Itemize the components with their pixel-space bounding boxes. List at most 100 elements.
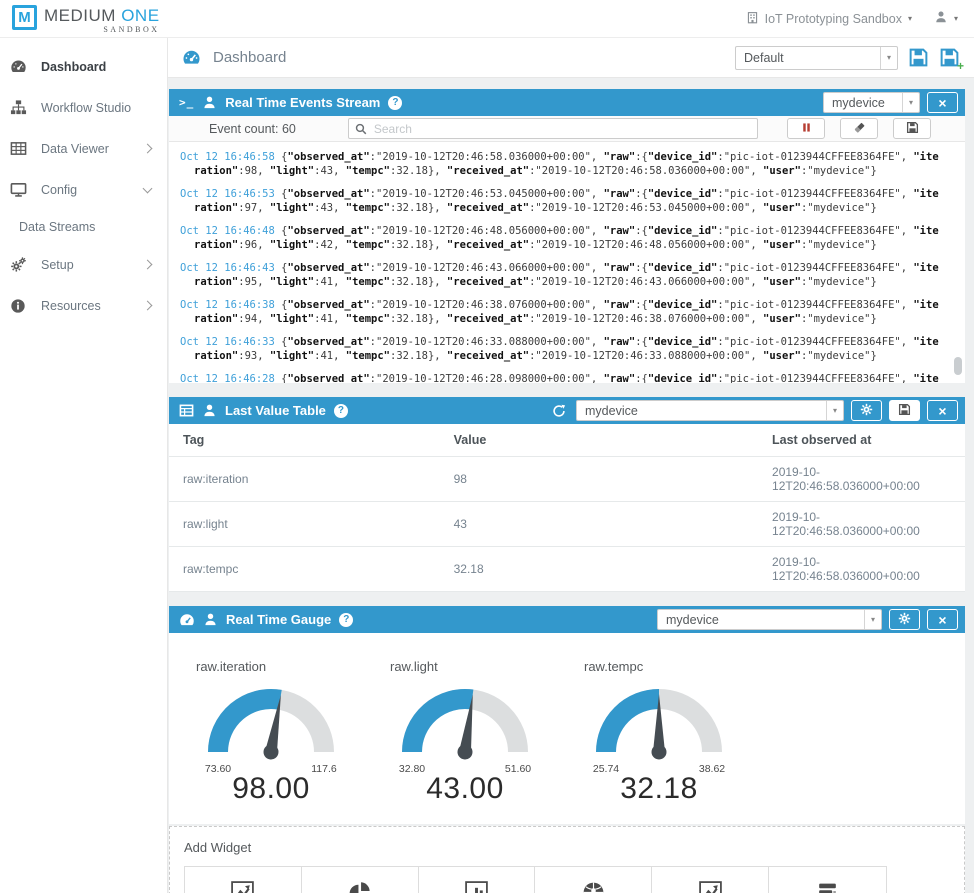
top-bar: M MEDIUM ONE SANDBOX IoT Prototyping San… [0, 0, 974, 38]
sidebar-item-data-viewer[interactable]: Data Viewer [0, 128, 167, 169]
user-menu[interactable]: ▾ [934, 10, 958, 27]
widget-card-grouped-users-line-chart[interactable]: Grouped Users Line Chart [185, 867, 302, 893]
tag-cell: raw:iteration [169, 457, 440, 502]
gauge-icon [179, 612, 195, 628]
user-icon [202, 95, 217, 110]
table-row: raw:iteration 98 2019-10-12T20:46:58.036… [169, 457, 965, 502]
events-device-select[interactable]: mydevice ▾ [823, 92, 920, 113]
real-time-gauge-panel: Real Time Gauge ? mydevice ▾ × [169, 606, 965, 824]
gauge-chart: 25.7438.62 [584, 676, 734, 776]
close-icon: × [938, 613, 946, 627]
gauge-widget-raw-light: raw.light 32.8051.60 43.00 [390, 651, 568, 806]
brand-name: MEDIUM ONE [44, 7, 160, 24]
widget-card-single-user-cross-filter-chart[interactable]: Single User Cross Filter Chart [769, 867, 886, 893]
table-row: raw:tempc 32.18 2019-10-12T20:46:58.0360… [169, 547, 965, 592]
sidebar-item-dashboard[interactable]: Dashboard [0, 46, 167, 87]
events-log: Oct 12 16:46:58 {"observed_at":"2019-10-… [169, 142, 965, 383]
org-label: IoT Prototyping Sandbox [765, 12, 902, 26]
gauge-device-select[interactable]: mydevice ▾ [657, 609, 882, 630]
pause-stream-button[interactable] [787, 118, 825, 139]
gauge-label: raw.iteration [196, 659, 374, 674]
chevron-icon [143, 183, 153, 193]
sidebar-item-setup[interactable]: Setup [0, 244, 167, 285]
sidebar-item-label: Config [41, 183, 77, 197]
value-cell: 98 [440, 457, 758, 502]
chevron-down-icon: ▾ [902, 93, 919, 112]
scrollbar-thumb[interactable] [954, 357, 962, 375]
log-entry: Oct 12 16:46:38 {"observed_at":"2019-10-… [180, 298, 943, 326]
widget-card-grouped-users-geopoint-chart[interactable]: Grouped Users GeoPoint Chart [535, 867, 652, 893]
chevron-down-icon: ▾ [954, 14, 958, 23]
last-observed-cell: 2019-10-12T20:46:58.036000+00:00 [758, 547, 965, 592]
table-device-select[interactable]: mydevice ▾ [576, 400, 844, 421]
value-cell: 43 [440, 502, 758, 547]
chevron-down-icon: ▾ [864, 610, 881, 629]
table-settings-button[interactable] [851, 400, 882, 421]
terminal-icon: >_ [179, 96, 194, 109]
dashboard-gauge-icon [182, 48, 201, 67]
sidebar-item-label: Dashboard [41, 60, 106, 74]
widget-icon [539, 880, 647, 893]
sidebar-item-workflow-studio[interactable]: Workflow Studio [0, 87, 167, 128]
gauge-max-label: 38.62 [699, 763, 725, 775]
save-stream-button[interactable] [893, 118, 931, 139]
event-count: Event count: 60 [209, 122, 296, 136]
widget-icon [423, 880, 531, 893]
widget-card-grouped-users-pie-chart[interactable]: Grouped Users Pie Chart [302, 867, 419, 893]
gauge-widget-raw-iteration: raw.iteration 73.60117.6 98.00 [196, 651, 374, 806]
organization-icon [746, 11, 759, 27]
log-entry: Oct 12 16:46:53 {"observed_at":"2019-10-… [180, 187, 943, 215]
gauge-value: 32.18 [584, 772, 734, 806]
gauge-value: 43.00 [390, 772, 540, 806]
sidebar-item-icon [10, 298, 34, 314]
events-panel-header: >_ Real Time Events Stream ? mydevice ▾ … [169, 89, 965, 116]
table-save-button[interactable] [889, 400, 920, 421]
sidebar-item-config[interactable]: Config [0, 169, 167, 210]
gauge-min-label: 32.80 [399, 763, 425, 775]
sidebar-item-icon [10, 256, 34, 273]
column-header-value: Value [440, 424, 758, 457]
gauge-chart: 73.60117.6 [196, 676, 346, 776]
close-events-panel-button[interactable]: × [927, 92, 958, 113]
eraser-icon [853, 121, 866, 137]
column-header-tag: Tag [169, 424, 440, 457]
save-as-new-dashboard-button[interactable]: + [939, 47, 960, 68]
last-observed-cell: 2019-10-12T20:46:58.036000+00:00 [758, 502, 965, 547]
add-widget-section: Add Widget Grouped Users Line Chart Grou… [169, 826, 965, 893]
tag-cell: raw:tempc [169, 547, 440, 592]
gauge-settings-button[interactable] [889, 609, 920, 630]
widget-card-single-user-line-chart[interactable]: Single User Line Chart [652, 867, 769, 893]
widget-card-grouped-users-bar-chart[interactable]: Grouped Users Bar Chart [419, 867, 536, 893]
dashboard-preset-select[interactable]: Default ▾ [735, 46, 898, 70]
widget-icon [656, 880, 764, 893]
refresh-icon[interactable] [552, 404, 566, 418]
last-observed-cell: 2019-10-12T20:46:58.036000+00:00 [758, 457, 965, 502]
pause-icon [800, 121, 813, 137]
medium-one-logo: M MEDIUM ONE SANDBOX [0, 3, 160, 34]
sidebar-item-label: Workflow Studio [41, 101, 131, 115]
plus-icon: + [957, 60, 964, 72]
close-icon: × [938, 404, 946, 418]
events-toolbar: Event count: 60 [169, 116, 965, 142]
org-switcher[interactable]: IoT Prototyping Sandbox ▾ [746, 11, 912, 27]
sidebar-item-resources[interactable]: Resources [0, 285, 167, 326]
gauge-chart: 32.8051.60 [390, 676, 540, 776]
clear-stream-button[interactable] [840, 118, 878, 139]
sidebar-item-data-streams[interactable]: Data Streams [0, 210, 167, 244]
last-value-table-header: Last Value Table ? mydevice ▾ [169, 397, 965, 424]
help-icon[interactable]: ? [339, 613, 353, 627]
chevron-down-icon: ▾ [826, 401, 843, 420]
last-value-table: Tag Value Last observed at raw:iteration… [169, 424, 965, 592]
help-icon[interactable]: ? [334, 404, 348, 418]
widget-icon [189, 880, 297, 893]
search-icon [355, 123, 367, 135]
close-gauge-panel-button[interactable]: × [927, 609, 958, 630]
save-dashboard-button[interactable] [908, 47, 929, 68]
help-icon[interactable]: ? [388, 96, 402, 110]
close-table-panel-button[interactable]: × [927, 400, 958, 421]
panel-title: Real Time Events Stream [225, 95, 380, 110]
last-value-table-panel: Last Value Table ? mydevice ▾ [169, 397, 965, 592]
column-header-last-observed: Last observed at [758, 424, 965, 457]
user-icon [203, 612, 218, 627]
search-input[interactable] [372, 121, 751, 137]
